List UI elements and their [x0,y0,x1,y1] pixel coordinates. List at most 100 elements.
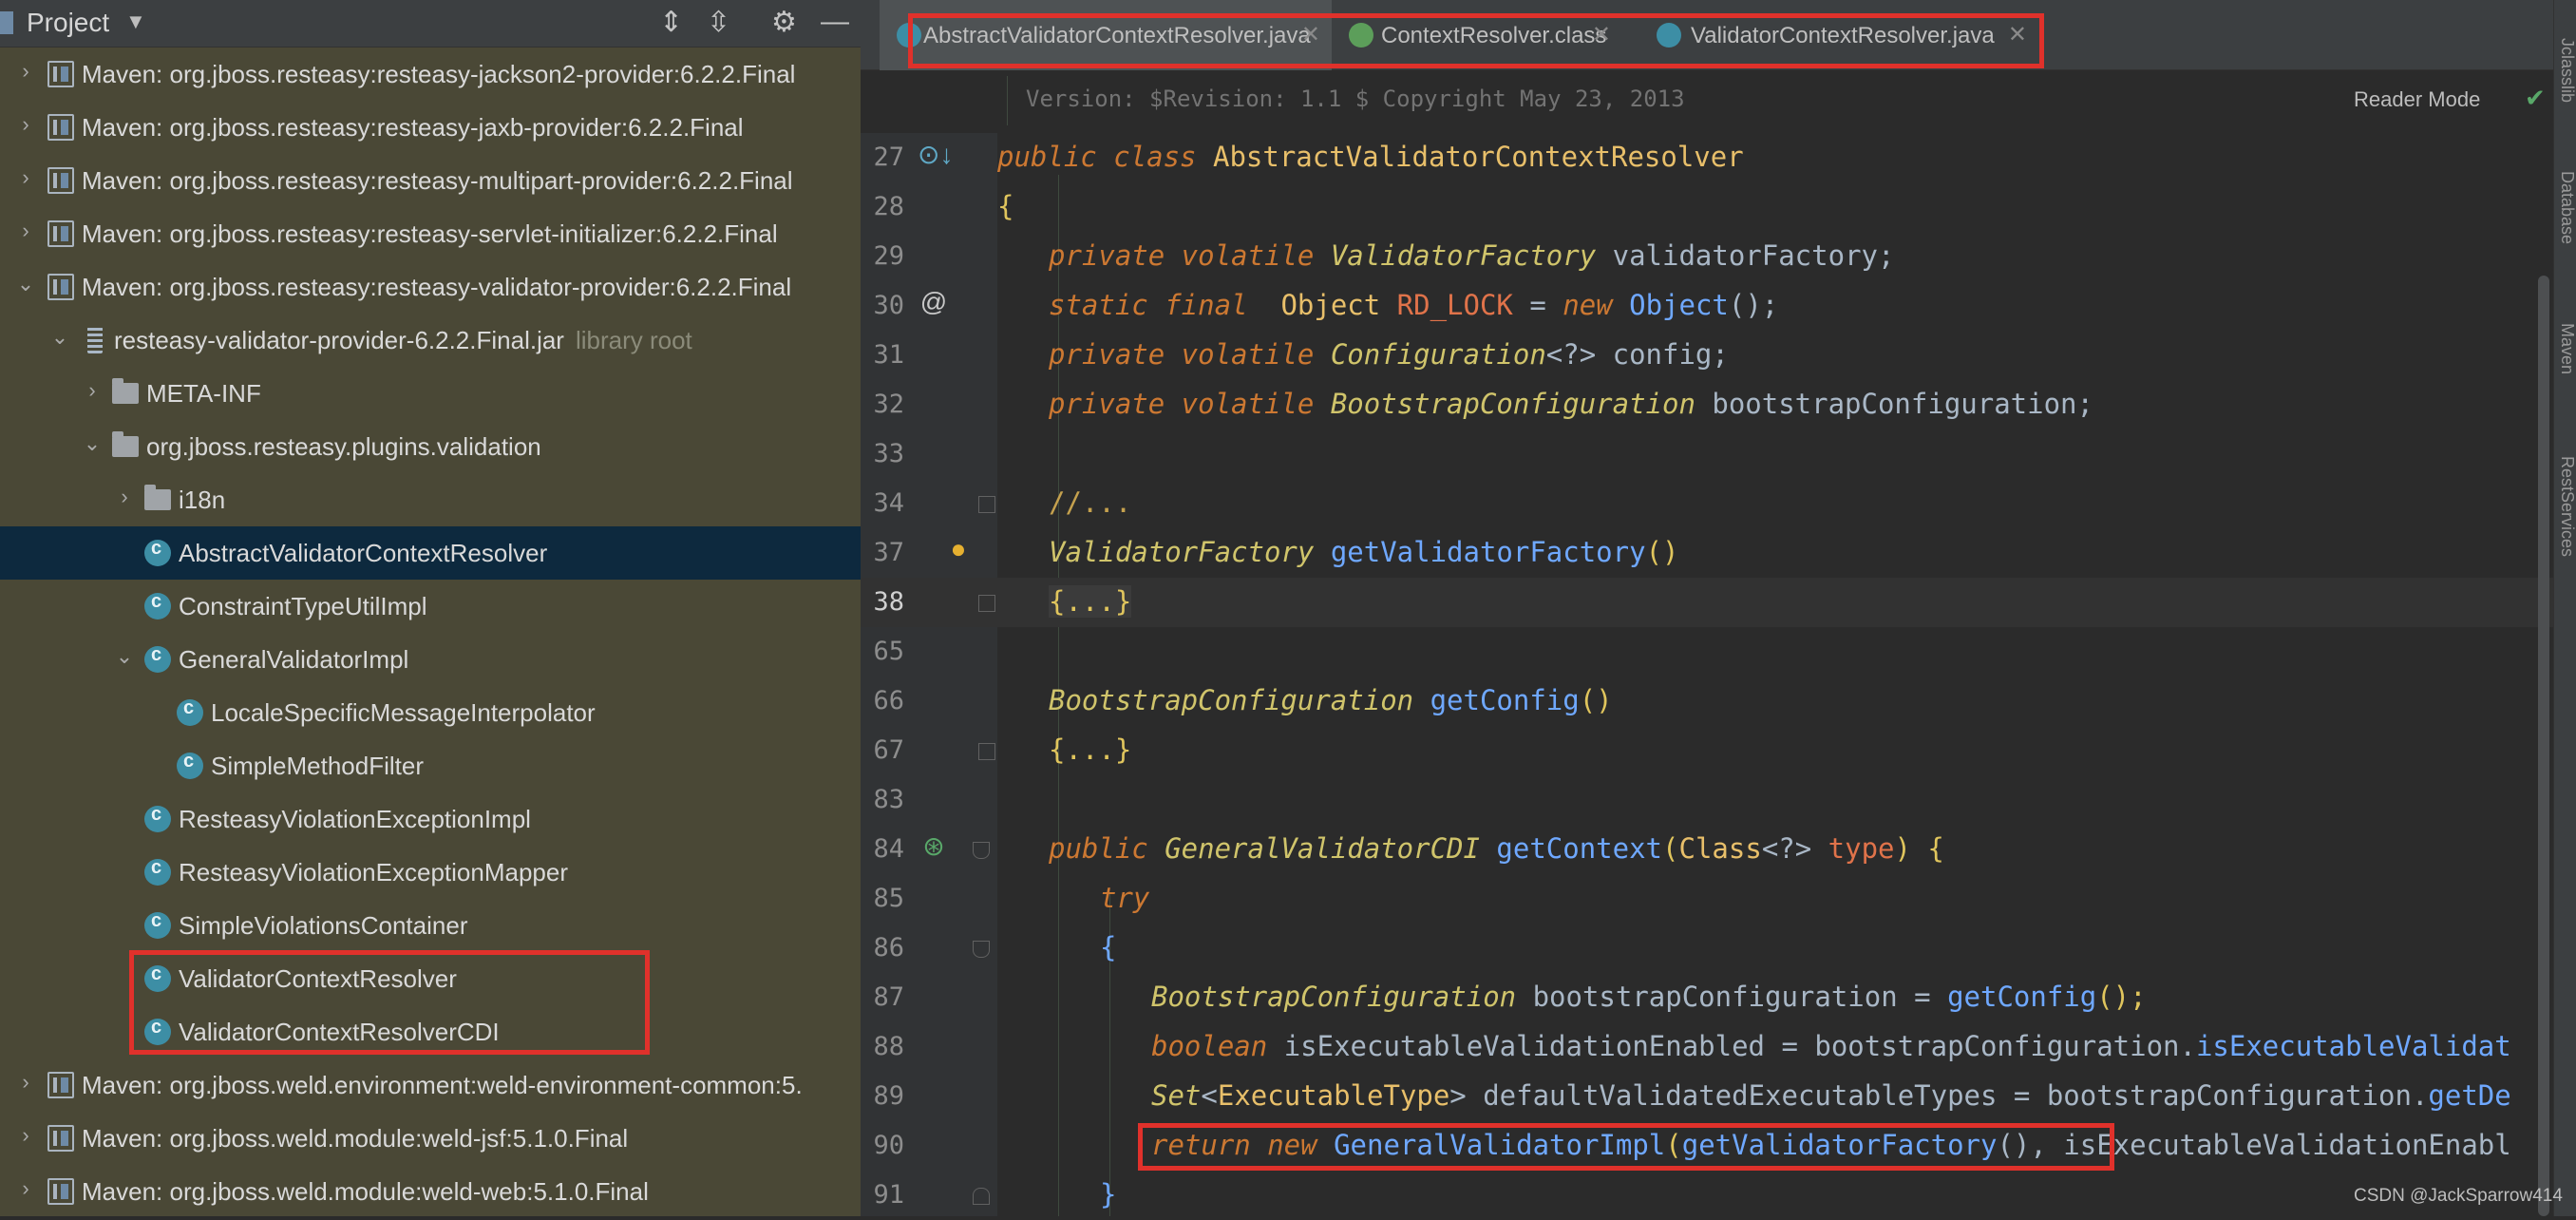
chevron-right-icon[interactable]: › [15,1123,36,1148]
tree-item-multipart-provider[interactable]: › Maven: org.jboss.resteasy:resteasy-mul… [0,154,861,207]
chevron-right-icon[interactable]: › [114,485,135,509]
chevron-down-icon[interactable]: ⌄ [15,272,36,296]
tree-item-meta-inf[interactable]: › META-INF [0,367,861,420]
override-icon[interactable]: ⊛ [918,830,950,862]
tree-item-weld-web[interactable]: › Maven: org.jboss.weld.module:weld-web:… [0,1165,861,1216]
check-icon: ✔ [2525,84,2546,112]
code-line: 28 { [873,190,1014,222]
code-line: 89 Set<ExecutableType> defaultValidatedE… [873,1079,2511,1112]
fold-icon[interactable] [978,496,995,513]
code-line: 33 [873,439,904,468]
highlight-box-tree [129,950,650,1055]
tree-item-servlet-initializer[interactable]: › Maven: org.jboss.resteasy:resteasy-ser… [0,207,861,260]
package-icon [112,431,139,457]
tool-window-restservices[interactable]: RestServices [2554,456,2576,557]
code-line: 29 private volatile ValidatorFactory val… [873,239,1895,272]
jar-label: resteasy-validator-provider-6.2.2.Final.… [114,326,564,354]
code-line: 83 [873,785,904,814]
chevron-right-icon[interactable]: › [15,1176,36,1201]
code-line: 66 BootstrapConfiguration getConfig() [873,684,1613,716]
code-line: 65 [873,637,904,666]
fold-icon[interactable] [978,743,995,760]
code-line: 88 boolean isExecutableValidationEnabled… [873,1030,2511,1062]
watermark: CSDN @JackSparrow414 [2354,1186,2563,1206]
library-icon [47,274,74,300]
tree-item-jackson2-provider[interactable]: › Maven: org.jboss.resteasy:resteasy-jac… [0,48,861,101]
tree-item-simple-violations-container[interactable]: SimpleViolationsContainer [0,899,861,952]
lightbulb-icon[interactable]: ● [942,534,975,564]
project-panel: Project ▼ ⇕ ⇳ ⚙ — › Maven: org.jboss.res… [0,0,861,1216]
fold-icon[interactable] [973,842,990,859]
highlight-box-return-line [1138,1123,2114,1171]
library-root-label: library root [575,326,692,354]
reader-mode-button[interactable]: Reader Mode [2354,87,2480,112]
chevron-down-icon[interactable]: ⌄ [49,325,70,350]
code-line: 34 //... [873,486,1132,519]
folder-icon [112,378,139,404]
library-icon [47,1125,74,1152]
collapse-all-icon[interactable]: ⇳ [707,6,730,39]
chevron-right-icon[interactable]: › [15,219,36,243]
tree-item-general-validator-impl[interactable]: ⌄ GeneralValidatorImpl [0,633,861,686]
chevron-right-icon[interactable]: › [15,1070,36,1095]
fold-icon[interactable] [973,1188,990,1205]
expand-all-icon[interactable]: ⇕ [659,6,683,39]
right-tool-window-bar: Jclasslib Database Maven RestServices [2553,0,2576,1216]
annotation-icon[interactable]: @ [918,287,950,317]
minimize-icon[interactable]: — [821,6,849,38]
tool-window-maven[interactable]: Maven [2554,323,2576,374]
class-icon [144,644,171,673]
code-line: 67 {...} [873,734,1132,766]
chevron-right-icon[interactable]: › [82,378,103,403]
gear-icon[interactable]: ⚙ [771,6,797,39]
indent-guide [1007,76,1008,125]
tree-item-resteasy-violation-exception-mapper[interactable]: ResteasyViolationExceptionMapper [0,846,861,899]
implementations-icon[interactable]: ⊙↓ [918,139,953,170]
fold-icon[interactable] [973,941,990,958]
tree-item-resteasy-violation-exception-impl[interactable]: ResteasyViolationExceptionImpl [0,792,861,846]
tree-item-simple-method-filter[interactable]: SimpleMethodFilter [0,739,861,792]
class-icon [144,910,171,939]
chevron-right-icon[interactable]: › [15,112,36,137]
library-icon [47,114,74,141]
code-line: 91 } [873,1178,1117,1210]
project-panel-header: Project ▼ ⇕ ⇳ ⚙ — [0,0,861,48]
class-icon [177,697,203,726]
tree-item-locale-specific-message-interpolator[interactable]: LocaleSpecificMessageInterpolator [0,686,861,739]
code-line: 85 try [873,882,1150,914]
class-icon [144,591,171,620]
tree-item-validator-jar[interactable]: ⌄ resteasy-validator-provider-6.2.2.Fina… [0,314,861,367]
code-line: 87 BootstrapConfiguration bootstrapConfi… [873,981,2147,1013]
tree-item-abstract-validator-context-resolver[interactable]: AbstractValidatorContextResolver [0,526,861,580]
chevron-down-icon[interactable]: ▼ [125,10,146,34]
fold-icon[interactable] [978,595,995,612]
project-title[interactable]: Project [27,8,109,38]
editor-scrollbar[interactable] [2538,276,2549,1216]
code-line: 31 private volatile Configuration<?> con… [873,338,1729,371]
tool-window-database[interactable]: Database [2554,171,2576,244]
tree-item-constraint-type-util-impl[interactable]: ConstraintTypeUtilImpl [0,580,861,633]
class-icon [144,804,171,832]
library-icon [47,1178,74,1205]
class-icon [144,857,171,886]
tree-item-validation-package[interactable]: ⌄ org.jboss.resteasy.plugins.validation [0,420,861,473]
library-icon [47,220,74,247]
tree-item-validator-provider[interactable]: ⌄ Maven: org.jboss.resteasy:resteasy-val… [0,260,861,314]
folded-block: {...} [1049,585,1132,618]
tool-window-jclasslib[interactable]: Jclasslib [2554,38,2576,103]
tree-item-i18n[interactable]: › i18n [0,473,861,526]
chevron-right-icon[interactable]: › [15,59,36,84]
tree-item-weld-environment-common[interactable]: › Maven: org.jboss.weld.environment:weld… [0,1058,861,1112]
library-icon [47,61,74,87]
code-line-current: 38 {...} [861,578,2553,627]
chevron-right-icon[interactable]: › [15,165,36,190]
tree-item-jaxb-provider[interactable]: › Maven: org.jboss.resteasy:resteasy-jax… [0,101,861,154]
code-line: 32 private volatile BootstrapConfigurati… [873,388,2093,420]
chevron-down-icon[interactable]: ⌄ [82,431,103,456]
chevron-down-icon[interactable]: ⌄ [114,644,135,669]
jar-icon [87,327,103,353]
library-icon [47,167,74,194]
folded-block: {...} [1049,734,1132,766]
code-line: 27 ⊙↓ public class AbstractValidatorCont… [873,139,1744,173]
tree-item-weld-jsf[interactable]: › Maven: org.jboss.weld.module:weld-jsf:… [0,1112,861,1165]
